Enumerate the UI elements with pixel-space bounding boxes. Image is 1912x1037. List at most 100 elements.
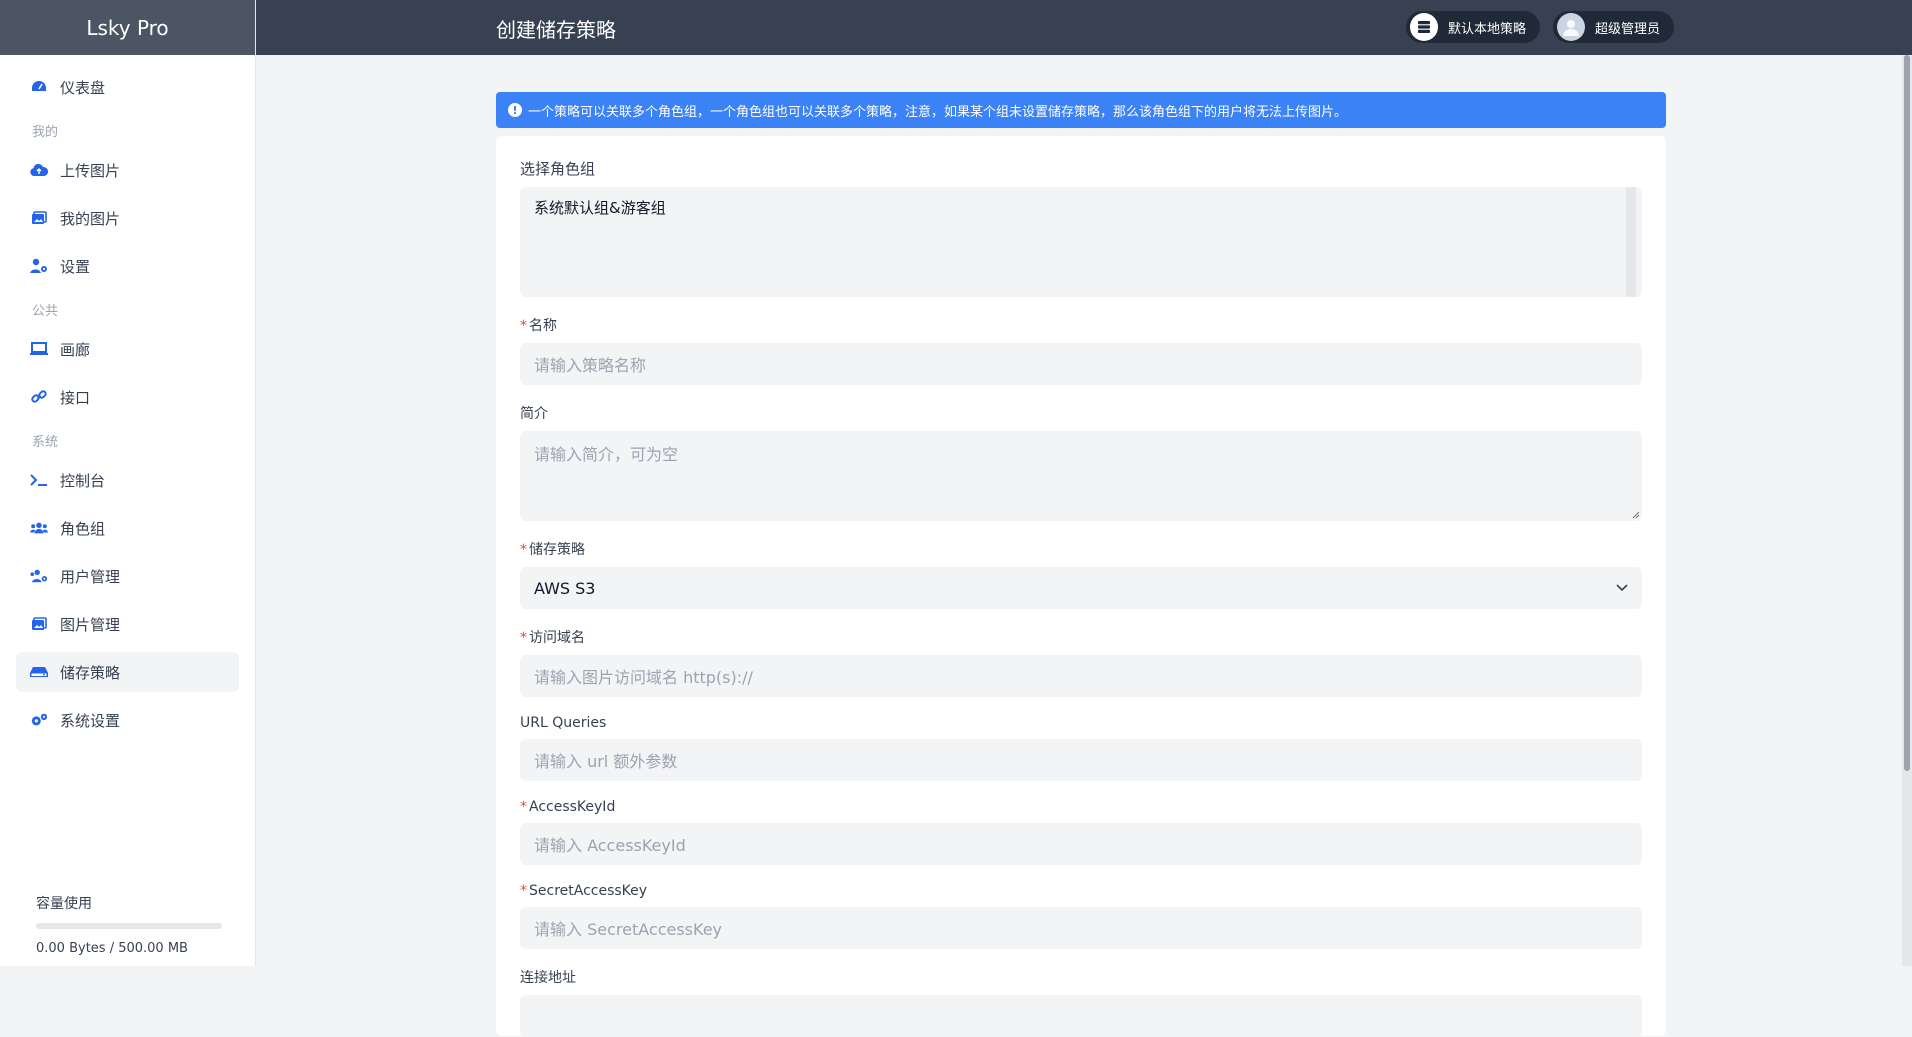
users-gear-icon — [30, 567, 48, 585]
access-key-label: * AccessKeyId — [520, 799, 1642, 815]
sidebar-item-label: 上传图片 — [60, 161, 121, 180]
default-strategy-button[interactable]: 默认本地策略 — [1406, 11, 1541, 43]
main-content: ! 一个策略可以关联多个角色组，一个角色组也可以关联多个策略，注意，如果某个组未… — [496, 92, 1666, 1037]
access-key-label-text: AccessKeyId — [529, 799, 616, 815]
queries-placeholder: 请输入 url 额外参数 — [534, 752, 678, 771]
sidebar-nav: 仪表盘 我的 上传图片 我的图片 设置 公共 画廊 接口 系统 控制台 角色组 … — [0, 55, 255, 740]
sidebar-item-label: 控制台 — [60, 471, 106, 490]
required-mark: * — [520, 630, 527, 646]
sidebar-item-label: 我的图片 — [60, 209, 121, 228]
endpoint-label: 连接地址 — [520, 970, 576, 986]
topbar: 创建储存策略 默认本地策略 超级管理员 — [256, 0, 1912, 55]
sidebar-item-users[interactable]: 用户管理 — [16, 556, 239, 596]
page-title: 创建储存策略 — [496, 18, 616, 42]
sidebar-item-label: 接口 — [60, 388, 91, 407]
required-mark: * — [520, 542, 527, 558]
sidebar-item-roles[interactable]: 角色组 — [16, 508, 239, 548]
intro-placeholder: 请输入简介，可为空 — [534, 445, 679, 464]
images-icon — [30, 209, 48, 227]
user-gear-icon — [30, 257, 48, 275]
sidebar-item-my-images[interactable]: 我的图片 — [16, 198, 239, 238]
images-icon — [30, 615, 48, 633]
secret-key-label-text: SecretAccessKey — [529, 883, 648, 899]
name-label-text: 名称 — [529, 318, 557, 334]
users-icon — [30, 519, 48, 537]
sidebar-item-storage[interactable]: 储存策略 — [16, 652, 239, 692]
quota-text: 0.00 Bytes / 500.00 MB — [36, 941, 188, 956]
info-icon: ! — [508, 103, 522, 117]
sidebar-item-label: 设置 — [60, 257, 91, 276]
storage-select[interactable]: AWS S3 — [520, 567, 1642, 609]
page-scrollbar-thumb[interactable] — [1904, 55, 1910, 771]
hdd-icon — [30, 663, 48, 681]
storage-label-text: 储存策略 — [529, 542, 585, 558]
terminal-icon — [30, 471, 48, 489]
sidebar-item-image-manage[interactable]: 图片管理 — [16, 604, 239, 644]
role-group-label: 选择角色组 — [520, 160, 596, 178]
role-group-scrollbar[interactable] — [1626, 187, 1636, 297]
sidebar-item-label: 角色组 — [60, 519, 106, 538]
required-mark: * — [520, 318, 527, 334]
role-group-option[interactable]: 系统默认组&游客组 — [534, 197, 1628, 218]
cloud-upload-icon — [30, 161, 48, 179]
quota-panel: 容量使用 0.00 Bytes / 500.00 MB — [36, 893, 222, 956]
sidebar-item-upload[interactable]: 上传图片 — [16, 150, 239, 190]
resize-handle-icon[interactable] — [1632, 511, 1640, 519]
storage-label: * 储存策略 — [520, 539, 1642, 559]
group-label-mine: 我的 — [32, 125, 59, 140]
sidebar-item-label: 图片管理 — [60, 615, 121, 634]
name-label: * 名称 — [520, 315, 1642, 335]
avatar — [1557, 13, 1585, 41]
intro-label: 简介 — [520, 406, 548, 422]
quota-title: 容量使用 — [36, 896, 92, 912]
queries-input[interactable]: 请输入 url 额外参数 — [520, 739, 1642, 781]
sidebar-item-label: 画廊 — [60, 340, 91, 359]
form-card: 选择角色组 系统默认组&游客组 * 名称 请输入策略名称 简介 请输入简介，可为空… — [496, 136, 1666, 1037]
access-key-placeholder: 请输入 AccessKeyId — [534, 836, 686, 855]
server-icon — [1410, 13, 1438, 41]
page-scrollbar[interactable] — [1902, 55, 1912, 966]
sidebar-item-gallery[interactable]: 画廊 — [16, 329, 239, 369]
sidebar-item-label: 储存策略 — [60, 663, 121, 682]
secret-key-placeholder: 请输入 SecretAccessKey — [534, 920, 723, 939]
name-input[interactable]: 请输入策略名称 — [520, 343, 1642, 385]
domain-input[interactable]: 请输入图片访问域名 http(s):// — [520, 655, 1642, 697]
role-group-select[interactable]: 系统默认组&游客组 — [520, 187, 1642, 297]
domain-label: * 访问域名 — [520, 627, 1642, 647]
storage-select-value: AWS S3 — [534, 578, 596, 598]
required-mark: * — [520, 883, 527, 899]
link-icon — [30, 388, 48, 406]
sidebar-item-dashboard[interactable]: 仪表盘 — [16, 67, 239, 107]
info-alert-text: 一个策略可以关联多个角色组，一个角色组也可以关联多个策略，注意，如果某个组未设置… — [528, 104, 1348, 120]
sidebar-item-console[interactable]: 控制台 — [16, 460, 239, 500]
queries-label: URL Queries — [520, 715, 607, 731]
laptop-icon — [30, 340, 48, 358]
intro-textarea[interactable]: 请输入简介，可为空 — [520, 431, 1642, 521]
secret-key-input[interactable]: 请输入 SecretAccessKey — [520, 907, 1642, 949]
info-alert: ! 一个策略可以关联多个角色组，一个角色组也可以关联多个策略，注意，如果某个组未… — [496, 92, 1666, 128]
sidebar-item-settings[interactable]: 设置 — [16, 246, 239, 286]
default-strategy-label: 默认本地策略 — [1448, 21, 1527, 37]
chevron-down-icon — [1616, 584, 1628, 592]
quota-bar — [36, 923, 222, 929]
user-menu-button[interactable]: 超级管理员 — [1553, 11, 1675, 43]
required-mark: * — [520, 799, 527, 815]
name-placeholder: 请输入策略名称 — [534, 356, 647, 375]
sidebar-item-label: 用户管理 — [60, 567, 121, 586]
access-key-input[interactable]: 请输入 AccessKeyId — [520, 823, 1642, 865]
secret-key-label: * SecretAccessKey — [520, 883, 1642, 899]
endpoint-input[interactable] — [520, 995, 1642, 1037]
sidebar-item-api[interactable]: 接口 — [16, 377, 239, 417]
sidebar: Lsky Pro 仪表盘 我的 上传图片 我的图片 设置 公共 画廊 接口 系统… — [0, 0, 256, 966]
sidebar-item-label: 仪表盘 — [60, 78, 106, 97]
app-logo[interactable]: Lsky Pro — [0, 0, 255, 55]
sidebar-item-label: 系统设置 — [60, 711, 121, 730]
user-name: 超级管理员 — [1595, 21, 1661, 37]
domain-placeholder: 请输入图片访问域名 http(s):// — [534, 668, 753, 687]
group-label-public: 公共 — [32, 304, 59, 319]
dashboard-icon — [30, 78, 48, 96]
sidebar-item-system-settings[interactable]: 系统设置 — [16, 700, 239, 740]
domain-label-text: 访问域名 — [529, 630, 585, 646]
group-label-system: 系统 — [32, 435, 59, 450]
gears-icon — [30, 711, 48, 729]
